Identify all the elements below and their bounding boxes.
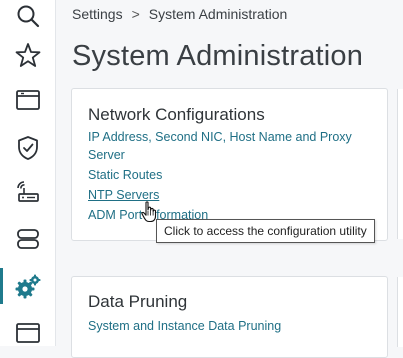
breadcrumb: Settings > System Administration: [72, 5, 287, 23]
breadcrumb-current: System Administration: [148, 6, 288, 22]
static-routes-link[interactable]: Static Routes: [88, 167, 162, 183]
nav-rail: [0, 0, 56, 346]
page-title: System Administration: [72, 40, 364, 72]
tooltip: Click to access the configuration utilit…: [156, 219, 375, 243]
database-icon: [16, 229, 39, 249]
nav-security[interactable]: [0, 128, 55, 168]
card-title: Network Configurations: [88, 105, 265, 124]
browser-icon: [15, 90, 40, 110]
breadcrumb-separator: >: [131, 6, 140, 22]
ip-address-link-line2[interactable]: Server: [88, 147, 125, 163]
breadcrumb-settings[interactable]: Settings: [72, 6, 123, 22]
nav-settings[interactable]: [0, 266, 55, 306]
adjacent-card-edge-lower: [397, 277, 403, 347]
ip-address-link[interactable]: IP Address, Second NIC, Host Name and Pr…: [88, 129, 352, 145]
nav-search[interactable]: [0, 0, 55, 36]
window-icon: [15, 323, 40, 343]
nav-infrastructure[interactable]: [0, 219, 55, 259]
nav-favorites[interactable]: [0, 35, 55, 75]
hand-cursor-icon: [141, 201, 157, 223]
search-icon: [17, 5, 39, 28]
card-title: Data Pruning: [88, 292, 188, 311]
adjacent-card-edge: [397, 89, 403, 239]
nav-network[interactable]: [0, 172, 55, 212]
system-instance-data-pruning-link[interactable]: System and Instance Data Pruning: [88, 318, 281, 334]
nav-more[interactable]: [0, 313, 55, 353]
shield-icon: [17, 136, 38, 160]
star-icon: [15, 43, 40, 67]
gears-icon: [15, 274, 40, 299]
network-device-icon: [16, 181, 39, 202]
nav-applications[interactable]: [0, 80, 55, 120]
